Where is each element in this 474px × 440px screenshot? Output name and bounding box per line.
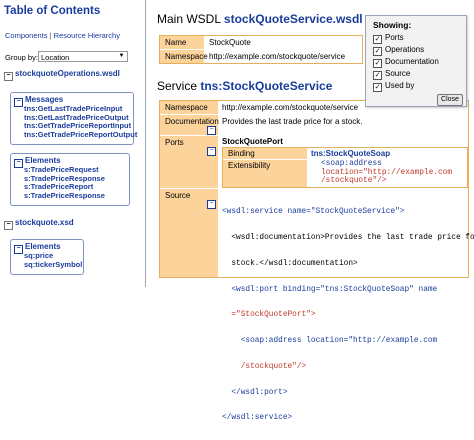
service-name: tns:StockQuoteService <box>200 79 333 93</box>
collapse-icon[interactable]: − <box>207 200 216 209</box>
wsdl-info-table: Name StockQuote Namespace http://example… <box>159 35 363 64</box>
toc-links: Components | Resource Hierarchy <box>5 31 120 40</box>
showing-title: Showing: <box>373 20 412 30</box>
toc-title: Table of Contents <box>4 5 101 17</box>
option-label: Operations <box>385 45 425 54</box>
toc-item[interactable]: tns:GetTradePriceReportOutput <box>24 130 137 139</box>
group-by-value: Location <box>41 53 70 62</box>
service-namespace-value: http://example.com/stockquote/service <box>222 103 359 112</box>
documentation-text: Provides the last trade price for a stoc… <box>222 117 363 126</box>
option-label: Source <box>385 69 411 78</box>
group-title: Elements <box>25 156 61 165</box>
title-prefix: Service <box>157 79 198 93</box>
wsdl-filename: stockQuoteService.wsdl <box>223 12 363 26</box>
toc-item[interactable]: sq:tickerSymbol <box>24 260 82 269</box>
checkbox-icon[interactable]: ✓ <box>373 47 382 56</box>
close-button[interactable]: Close <box>437 94 463 106</box>
file-name: stockquote.xsd <box>15 218 74 227</box>
checkbox-icon[interactable]: ✓ <box>373 59 382 68</box>
code-line: <wsdl:documentation>Provides the last tr… <box>222 233 474 242</box>
code-line: stock.</wsdl:documentation> <box>222 259 358 268</box>
link-separator: | <box>49 31 52 40</box>
code-line: <wsdl:service name="StockQuoteService"> <box>222 208 405 217</box>
option-operations[interactable]: ✓ Operations <box>373 45 424 56</box>
title-prefix: Main WSDL <box>157 12 221 26</box>
extensibility-label: Extensibility <box>223 160 307 187</box>
collapse-icon[interactable]: − <box>4 221 13 230</box>
option-ports[interactable]: ✓ Ports <box>373 33 404 44</box>
option-used-by[interactable]: ✓ Used by <box>373 81 414 92</box>
option-label: Used by <box>385 81 415 90</box>
group-by-label: Group by: <box>5 53 38 62</box>
code-line: /stockquote"/> <box>321 177 387 185</box>
file-node[interactable]: − stockquote.xsd <box>4 218 74 230</box>
name-value: StockQuote <box>209 38 251 47</box>
option-label: Documentation <box>385 57 439 66</box>
collapse-icon[interactable]: − <box>14 245 23 254</box>
collapse-icon[interactable]: − <box>14 98 23 107</box>
service-table: Namespace http://example.com/stockquote/… <box>159 100 474 422</box>
collapse-icon[interactable]: − <box>14 159 23 168</box>
namespace-label: Namespace <box>160 50 208 63</box>
option-documentation[interactable]: ✓ Documentation <box>373 57 439 68</box>
service-title: Service tns:StockQuoteService <box>157 79 332 93</box>
file-node[interactable]: − stockquoteOperations.wsdl <box>4 69 120 81</box>
file-name: stockquoteOperations.wsdl <box>15 69 120 78</box>
source-code: <wsdl:service name="StockQuoteService"> … <box>222 191 474 440</box>
option-source[interactable]: ✓ Source <box>373 69 410 80</box>
code-line: <soap:address <box>321 160 382 168</box>
toc-item[interactable]: s:TradePriceResponse <box>24 191 105 200</box>
main-wsdl-title: Main WSDL stockQuoteService.wsdl <box>157 12 363 26</box>
checkbox-icon[interactable]: ✓ <box>373 35 382 44</box>
chevron-down-icon: ▼ <box>118 53 125 59</box>
code-line: </wsdl:service> <box>222 414 293 423</box>
code-line: </wsdl:port> <box>222 388 288 397</box>
collapse-icon[interactable]: − <box>207 147 216 156</box>
ports-label: Ports <box>160 136 218 188</box>
group-by-select[interactable]: Location ▼ <box>38 51 128 62</box>
code-line: /stockquote"/> <box>222 362 307 371</box>
port-details: Binding tns:StockQuoteSoap Extensibility… <box>222 147 468 188</box>
binding-label: Binding <box>223 148 307 159</box>
collapse-icon[interactable]: − <box>4 72 13 81</box>
name-label: Name <box>160 36 204 49</box>
group-title: Messages <box>25 95 64 104</box>
namespace-value: http://example.com/stockquote/service <box>209 52 346 61</box>
components-link[interactable]: Components <box>5 31 48 40</box>
messages-group: − Messages tns:GetLastTradePriceInput tns… <box>10 92 137 145</box>
port-name: StockQuotePort <box>222 137 283 146</box>
group-title: Elements <box>25 242 61 251</box>
toc-pane: Table of Contents Components | Resource … <box>0 0 146 287</box>
option-label: Ports <box>385 33 404 42</box>
code-line: ="StockQuotePort"> <box>222 311 316 320</box>
extensibility-code: <soap:address location="http://example.c… <box>321 160 452 186</box>
service-namespace-label: Namespace <box>160 101 218 114</box>
showing-popup: Showing: ✓ Ports ✓ Operations ✓ Documentati… <box>365 15 467 107</box>
checkbox-icon[interactable]: ✓ <box>373 71 382 80</box>
binding-value[interactable]: tns:StockQuoteSoap <box>311 148 390 159</box>
elements-group: − Elements sq:price sq:tickerSymbol <box>10 239 84 275</box>
code-line: <soap:address location="http://example.c… <box>222 337 438 346</box>
code-line: location="http://example.com <box>321 168 453 177</box>
resource-hierarchy-link[interactable]: Resource Hierarchy <box>54 31 120 40</box>
checkbox-icon[interactable]: ✓ <box>373 83 382 92</box>
collapse-icon[interactable]: − <box>207 126 216 135</box>
elements-group: − Elements s:TradePriceRequest s:TradePri… <box>10 153 130 206</box>
